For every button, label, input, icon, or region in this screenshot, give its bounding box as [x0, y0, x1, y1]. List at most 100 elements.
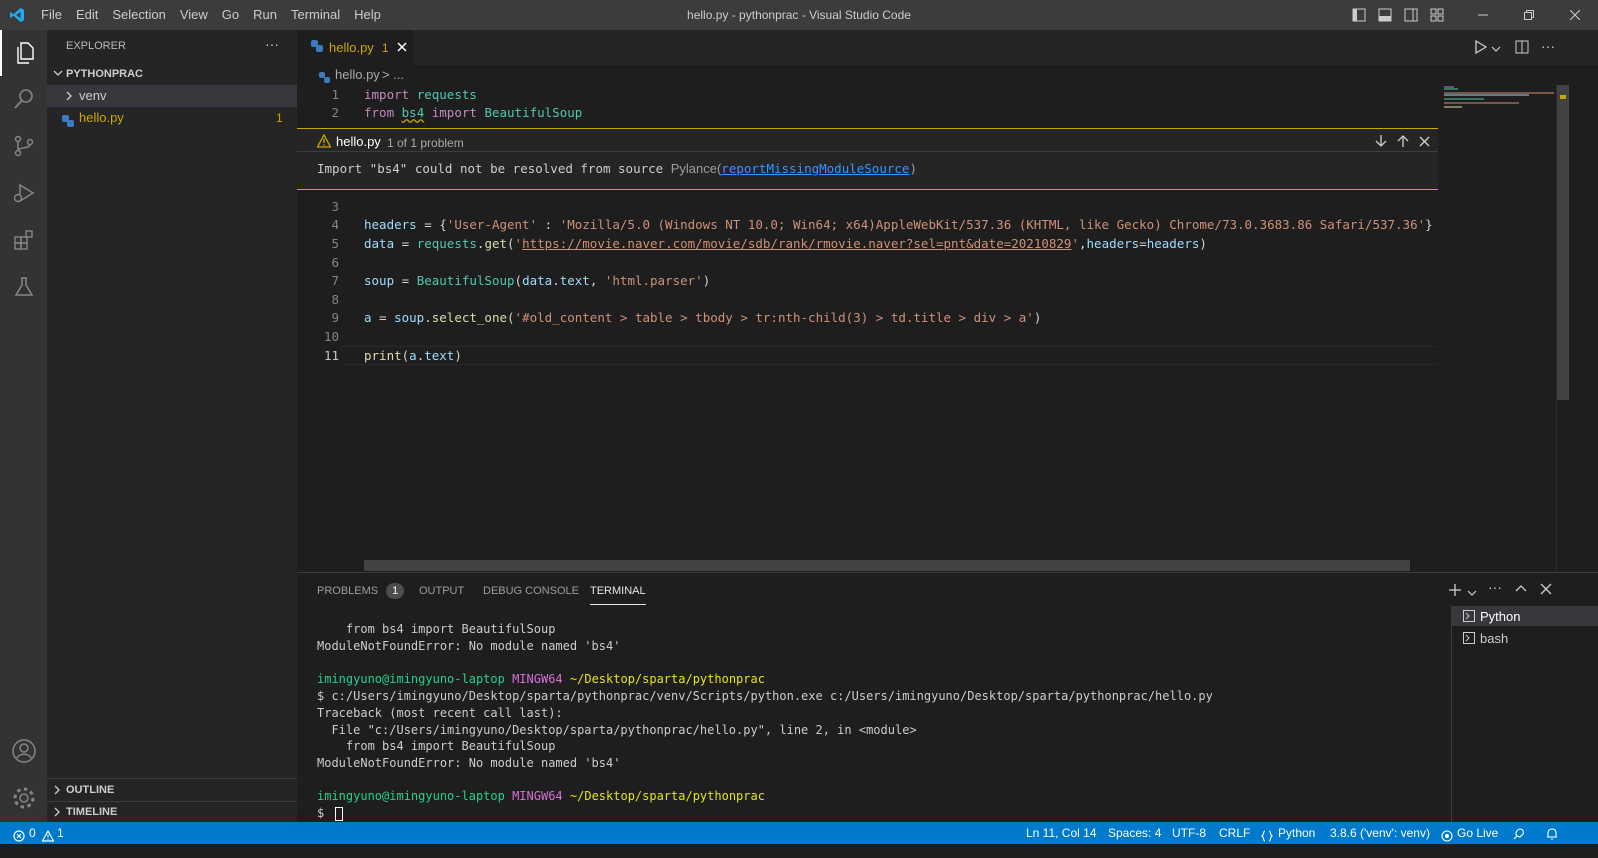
current-line-highlight: [341, 346, 1437, 365]
menu-run[interactable]: Run: [246, 0, 284, 30]
breadcrumb-more[interactable]: > ...: [382, 65, 404, 85]
terminal-item-bash[interactable]: bash: [1452, 628, 1598, 648]
new-terminal-icon[interactable]: [1448, 583, 1462, 600]
peek-count: 1 of 1 problem: [387, 136, 464, 150]
terminal-item-label: Python: [1480, 609, 1521, 624]
cursor-position[interactable]: Ln 11, Col 14: [1026, 822, 1097, 844]
encoding[interactable]: UTF-8: [1172, 822, 1206, 844]
maximize-panel-icon[interactable]: [1515, 583, 1527, 598]
tab-output[interactable]: OUTPUT: [419, 583, 464, 605]
restore-icon[interactable]: [1506, 0, 1552, 30]
menu-help[interactable]: Help: [347, 0, 388, 30]
python-interpreter[interactable]: 3.8.6 ('venv': venv): [1330, 822, 1430, 844]
title-bar-controls: [1346, 0, 1598, 30]
explorer-icon[interactable]: [0, 30, 47, 76]
line-ending[interactable]: CRLF: [1219, 822, 1250, 844]
timeline-section[interactable]: TIMELINE: [47, 801, 297, 823]
menu-bar: File Edit Selection View Go Run Terminal…: [34, 0, 388, 30]
bottom-edge: [0, 844, 1598, 858]
run-debug-icon[interactable]: [0, 170, 47, 216]
scrollbar-thumb[interactable]: [1557, 85, 1569, 400]
breadcrumb-file[interactable]: hello.py: [335, 65, 380, 85]
tree-item-hello-py[interactable]: hello.py 1: [47, 107, 297, 129]
close-tab-icon[interactable]: [396, 40, 407, 55]
menu-file[interactable]: File: [34, 0, 69, 30]
terminal-line: ModuleNotFoundError: No module named 'bs…: [317, 639, 621, 653]
next-problem-icon[interactable]: [1375, 134, 1387, 151]
search-icon[interactable]: [0, 76, 47, 122]
peek-message-row: Import "bs4" could not be resolved from …: [317, 160, 917, 179]
peek-close-paren: ): [909, 161, 917, 176]
toggle-panel-icon[interactable]: [1372, 0, 1398, 30]
line-number: 2: [331, 105, 339, 120]
line-number: 1: [331, 87, 339, 102]
toggle-secondary-sidebar-icon[interactable]: [1398, 0, 1424, 30]
panel-more-actions[interactable]: ···: [1488, 579, 1502, 595]
indentation[interactable]: Spaces: 4: [1108, 822, 1161, 844]
line-number: 9: [331, 310, 339, 325]
terminal-input-line[interactable]: $: [317, 805, 344, 822]
line-number: 3: [331, 199, 339, 214]
folder-pythonprac[interactable]: PYTHONPRAC: [47, 63, 297, 85]
menu-selection[interactable]: Selection: [105, 0, 172, 30]
menu-go[interactable]: Go: [215, 0, 246, 30]
tab-problems-label: PROBLEMS: [317, 585, 379, 597]
tab-problems[interactable]: PROBLEMS 1: [317, 583, 405, 605]
tree-item-label: venv: [79, 88, 107, 103]
activity-bar: [0, 30, 47, 840]
tree-item-venv[interactable]: venv: [47, 85, 297, 107]
tab-label: hello.py: [329, 40, 374, 55]
editor-more-actions[interactable]: ···: [1541, 38, 1555, 54]
toggle-sidebar-icon[interactable]: [1346, 0, 1372, 30]
previous-problem-icon[interactable]: [1397, 134, 1409, 151]
terminal-item-python[interactable]: Python: [1452, 606, 1598, 626]
prompt-host: MINGW64: [512, 789, 563, 803]
explorer-header: EXPLORER: [66, 40, 126, 52]
vertical-scrollbar[interactable]: [1556, 85, 1569, 572]
code-line-2: from bs4 import BeautifulSoup: [364, 105, 583, 120]
menu-edit[interactable]: Edit: [69, 0, 105, 30]
tree-item-label: hello.py: [79, 110, 124, 125]
tab-terminal[interactable]: TERMINAL: [590, 583, 646, 605]
extensions-icon[interactable]: [0, 217, 47, 263]
problems-count-badge: 1: [386, 583, 405, 599]
tab-debug-console[interactable]: DEBUG CONSOLE: [483, 583, 579, 605]
menu-terminal[interactable]: Terminal: [284, 0, 347, 30]
code-line-1: import requests: [364, 87, 477, 102]
terminal-icon: [1463, 610, 1475, 625]
close-peek-icon[interactable]: [1419, 135, 1430, 150]
code-line-9: a = soup.select_one('#old_content > tabl…: [364, 310, 1042, 325]
editor-tabs: hello.py 1 ···: [297, 30, 1598, 65]
prompt-user: imingyuno@imingyuno-laptop: [317, 789, 505, 803]
breadcrumb: hello.py > ...: [297, 65, 1598, 85]
menu-view[interactable]: View: [173, 0, 215, 30]
horizontal-scrollbar-thumb[interactable]: [364, 560, 1410, 571]
terminal-item-label: bash: [1480, 631, 1509, 646]
peek-message: Import "bs4" could not be resolved from …: [317, 161, 664, 176]
status-bar: 0 1 Ln 11, Col 14 Spaces: 4 UTF-8 CRLF P…: [0, 822, 1598, 844]
peek-file: hello.py: [336, 134, 381, 149]
peek-code-link[interactable]: reportMissingModuleSource: [721, 161, 909, 176]
close-panel-icon[interactable]: [1540, 583, 1552, 598]
run-dropdown-chevron-icon[interactable]: [1491, 42, 1501, 57]
go-live-button[interactable]: Go Live: [1457, 822, 1498, 844]
settings-gear-icon[interactable]: [0, 775, 47, 821]
close-window-icon[interactable]: [1552, 0, 1598, 30]
error-count[interactable]: 0: [29, 822, 36, 844]
language-mode[interactable]: Python: [1278, 822, 1315, 844]
warning-count[interactable]: 1: [57, 822, 64, 844]
tab-problem-badge: 1: [381, 40, 389, 55]
customize-layout-icon[interactable]: [1424, 0, 1450, 30]
minimize-icon[interactable]: [1460, 0, 1506, 30]
minimap[interactable]: [1444, 86, 1556, 108]
testing-icon[interactable]: [0, 264, 47, 310]
accounts-icon[interactable]: [0, 728, 47, 774]
code-line-11: print(a.text): [364, 348, 462, 363]
outline-section[interactable]: OUTLINE: [47, 779, 297, 801]
run-python-icon[interactable]: [1473, 39, 1488, 57]
source-control-icon[interactable]: [0, 123, 47, 169]
tab-hello-py[interactable]: hello.py 1: [297, 30, 413, 65]
split-editor-icon[interactable]: [1515, 40, 1529, 57]
explorer-more-actions[interactable]: ···: [265, 36, 279, 52]
terminal-dropdown-icon[interactable]: [1467, 586, 1477, 601]
